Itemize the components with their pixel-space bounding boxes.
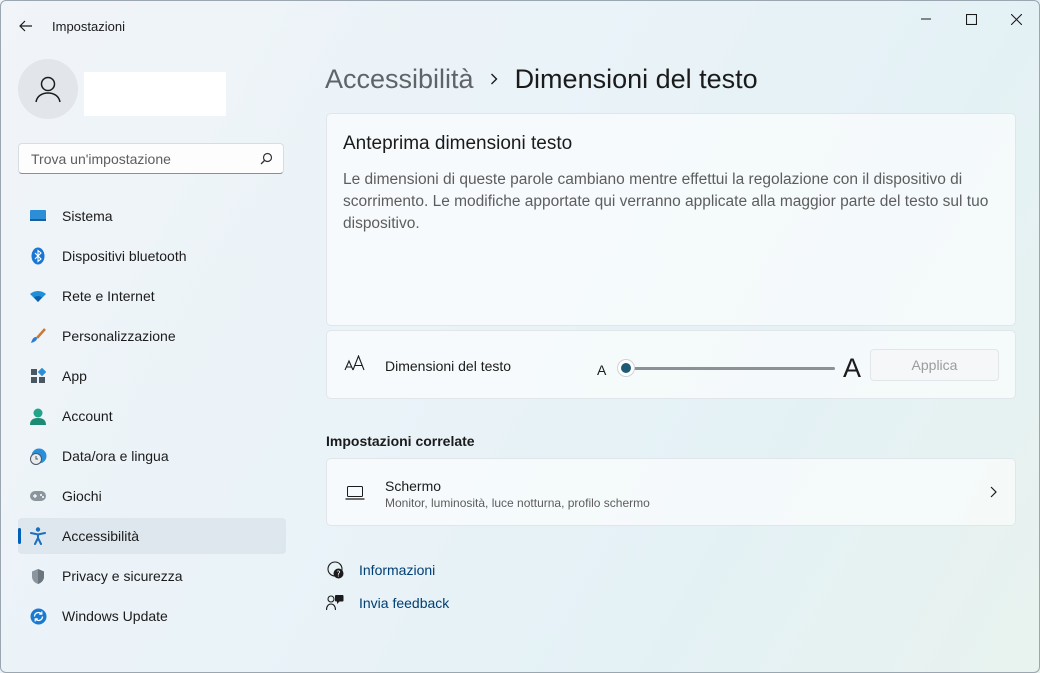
bluetooth-icon [28,247,48,265]
breadcrumb: Accessibilità Dimensioni del testo [325,59,758,99]
sidebar-item-label: Rete e Internet [62,288,155,304]
slider-min-label: A [597,362,607,378]
text-size-icon [344,355,365,371]
screen-subtitle: Monitor, luminosità, luce notturna, prof… [385,496,650,510]
search-input[interactable] [29,150,253,168]
preview-text: Le dimensioni di queste parole cambiano … [343,171,989,232]
avatar[interactable] [18,59,78,119]
feedback-icon [325,593,345,613]
monitor-icon [28,207,48,225]
search-box[interactable] [18,143,284,174]
help-link[interactable]: ? Informazioni [325,560,435,580]
screen-title: Schermo [385,478,442,494]
sidebar-item-windows-update[interactable]: Windows Update [18,598,286,634]
title-bar: Impostazioni [1,1,1039,49]
sidebar-item-privacy[interactable]: Privacy e sicurezza [18,558,286,594]
minimize-button[interactable] [903,7,949,31]
wifi-icon [28,287,48,305]
page-title: Dimensioni del testo [514,63,758,94]
clock-globe-icon [28,447,48,465]
help-link-label[interactable]: Informazioni [359,562,435,578]
chevron-right-icon [490,73,498,85]
sidebar-item-gaming[interactable]: Giochi [18,478,286,514]
related-settings-heading: Impostazioni correlate [326,433,475,449]
text-size-slider-thumb[interactable] [617,359,635,377]
text-preview-card: Anteprima dimensioni testo Le dimensioni… [326,113,1016,326]
sidebar-item-bluetooth[interactable]: Dispositivi bluetooth [18,238,286,274]
sidebar-item-personalization[interactable]: Personalizzazione [18,318,286,354]
text-size-card: Dimensioni del testo A A Applica [326,330,1016,399]
sidebar-item-label: App [62,368,87,384]
settings-window: Impostazioni Sistema Dispositivi bluetoo… [0,0,1040,673]
sidebar-item-label: Windows Update [62,608,168,624]
account-icon [28,407,48,425]
sidebar-item-accessibility[interactable]: Accessibilità [18,518,286,554]
sidebar-item-label: Accessibilità [62,528,140,544]
minimize-icon [921,18,931,20]
user-name [84,72,226,116]
svg-text:?: ? [336,570,340,579]
accessibility-icon [28,527,48,545]
sidebar-item-label: Account [62,408,113,424]
sidebar-item-account[interactable]: Account [18,398,286,434]
screen-settings-card[interactable]: Schermo Monitor, luminosità, luce nottur… [326,458,1016,526]
arrow-left-icon [19,20,32,32]
text-size-slider-track[interactable] [627,367,835,370]
shield-icon [28,567,48,585]
maximize-button[interactable] [948,7,994,31]
paintbrush-icon [28,327,48,345]
close-icon [1010,13,1022,25]
back-button[interactable] [13,13,39,39]
sidebar-item-sistema[interactable]: Sistema [18,198,286,234]
sidebar-item-label: Giochi [62,488,102,504]
gamepad-icon [28,487,48,505]
maximize-icon [965,13,977,25]
sidebar-nav: Sistema Dispositivi bluetooth Rete e Int… [18,198,286,638]
app-title: Impostazioni [52,19,125,34]
sidebar-item-label: Personalizzazione [62,328,176,344]
apps-icon [28,367,48,385]
text-size-label: Dimensioni del testo [385,358,512,374]
sidebar-item-label: Sistema [62,208,113,224]
search-icon[interactable] [260,152,273,165]
preview-title: Anteprima dimensioni testo [343,133,573,154]
user-icon [35,76,61,103]
sidebar-item-label: Data/ora e lingua [62,448,169,464]
apply-button[interactable]: Applica [870,349,999,381]
sidebar-item-label: Dispositivi bluetooth [62,248,187,264]
sidebar-item-apps[interactable]: App [18,358,286,394]
sidebar-item-datetime[interactable]: Data/ora e lingua [18,438,286,474]
slider-thumb-dot [621,363,631,373]
chevron-right-icon [990,486,997,498]
feedback-link-label[interactable]: Invia feedback [359,595,449,611]
active-indicator [18,528,21,544]
sidebar-item-label: Privacy e sicurezza [62,568,183,584]
help-icon: ? [325,560,345,580]
feedback-link[interactable]: Invia feedback [325,593,449,613]
update-icon [28,607,48,625]
slider-max-label: A [843,353,862,383]
laptop-icon [345,486,365,500]
close-button[interactable] [993,7,1039,31]
breadcrumb-parent[interactable]: Accessibilità [325,64,474,95]
sidebar-item-network[interactable]: Rete e Internet [18,278,286,314]
